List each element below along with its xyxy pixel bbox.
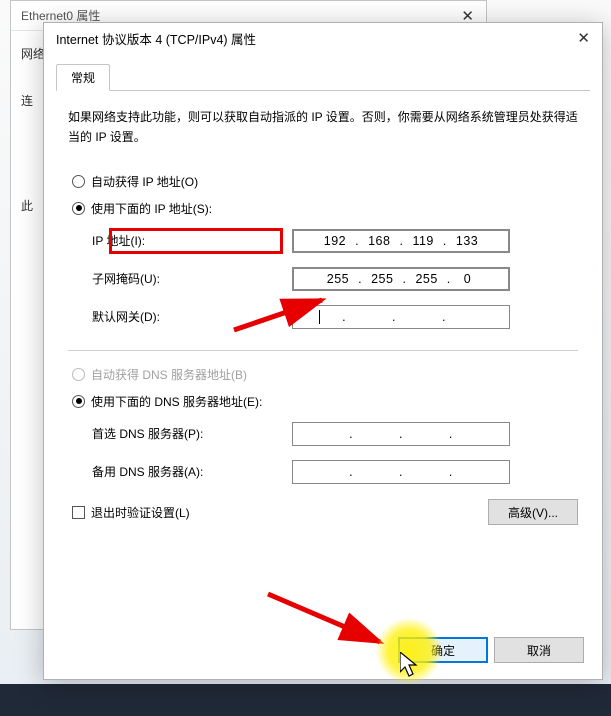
radio-auto-ip[interactable]: 自动获得 IP 地址(O) [68,168,578,195]
tab-general[interactable]: 常规 [56,64,110,91]
dialog-title: Internet 协议版本 4 (TCP/IPv4) 属性 [56,29,256,48]
tabstrip: 常规 [56,63,590,91]
radio-manual-dns[interactable]: 使用下面的 DNS 服务器地址(E): [68,388,578,415]
radio-manual-dns-label: 使用下面的 DNS 服务器地址(E): [91,393,262,410]
radio-auto-dns-label: 自动获得 DNS 服务器地址(B) [91,366,247,383]
advanced-button[interactable]: 高级(V)... [488,499,578,525]
ok-button[interactable]: 确定 [398,637,488,663]
radio-auto-ip-label: 自动获得 IP 地址(O) [91,173,198,190]
radio-icon [72,202,85,215]
taskbar [0,684,611,716]
label-dns-alt: 备用 DNS 服务器(A): [92,463,292,480]
subnet-mask-input[interactable]: 255. 255. 255. 0 [292,267,510,291]
dialog-titlebar: Internet 协议版本 4 (TCP/IPv4) 属性 ✕ [44,23,602,53]
close-icon[interactable]: ✕ [573,29,594,47]
gateway-input[interactable]: . . . [292,305,510,329]
radio-icon [72,368,85,381]
radio-icon [72,175,85,188]
label-dns-pref: 首选 DNS 服务器(P): [92,425,292,442]
checkbox-validate[interactable]: 退出时验证设置(L) [68,499,190,526]
dns-alt-input[interactable]: . . . [292,460,510,484]
ip-address-input[interactable]: 192. 168. 119. 133 [292,229,510,253]
radio-icon [72,395,85,408]
checkbox-validate-label: 退出时验证设置(L) [91,504,190,521]
label-ip: IP 地址(I): [92,232,292,249]
radio-manual-ip[interactable]: 使用下面的 IP 地址(S): [68,195,578,222]
label-gateway: 默认网关(D): [92,308,292,325]
ipv4-properties-dialog: Internet 协议版本 4 (TCP/IPv4) 属性 ✕ 常规 如果网络支… [43,22,603,680]
radio-manual-ip-label: 使用下面的 IP 地址(S): [91,200,212,217]
dns-pref-input[interactable]: . . . [292,422,510,446]
cancel-button[interactable]: 取消 [494,637,584,663]
instructions-text: 如果网络支持此功能，则可以获取自动指派的 IP 设置。否则，你需要从网络系统管理… [68,107,578,148]
checkbox-icon [72,506,85,519]
label-subnet: 子网掩码(U): [92,270,292,287]
divider [68,350,578,351]
radio-auto-dns: 自动获得 DNS 服务器地址(B) [68,361,578,388]
